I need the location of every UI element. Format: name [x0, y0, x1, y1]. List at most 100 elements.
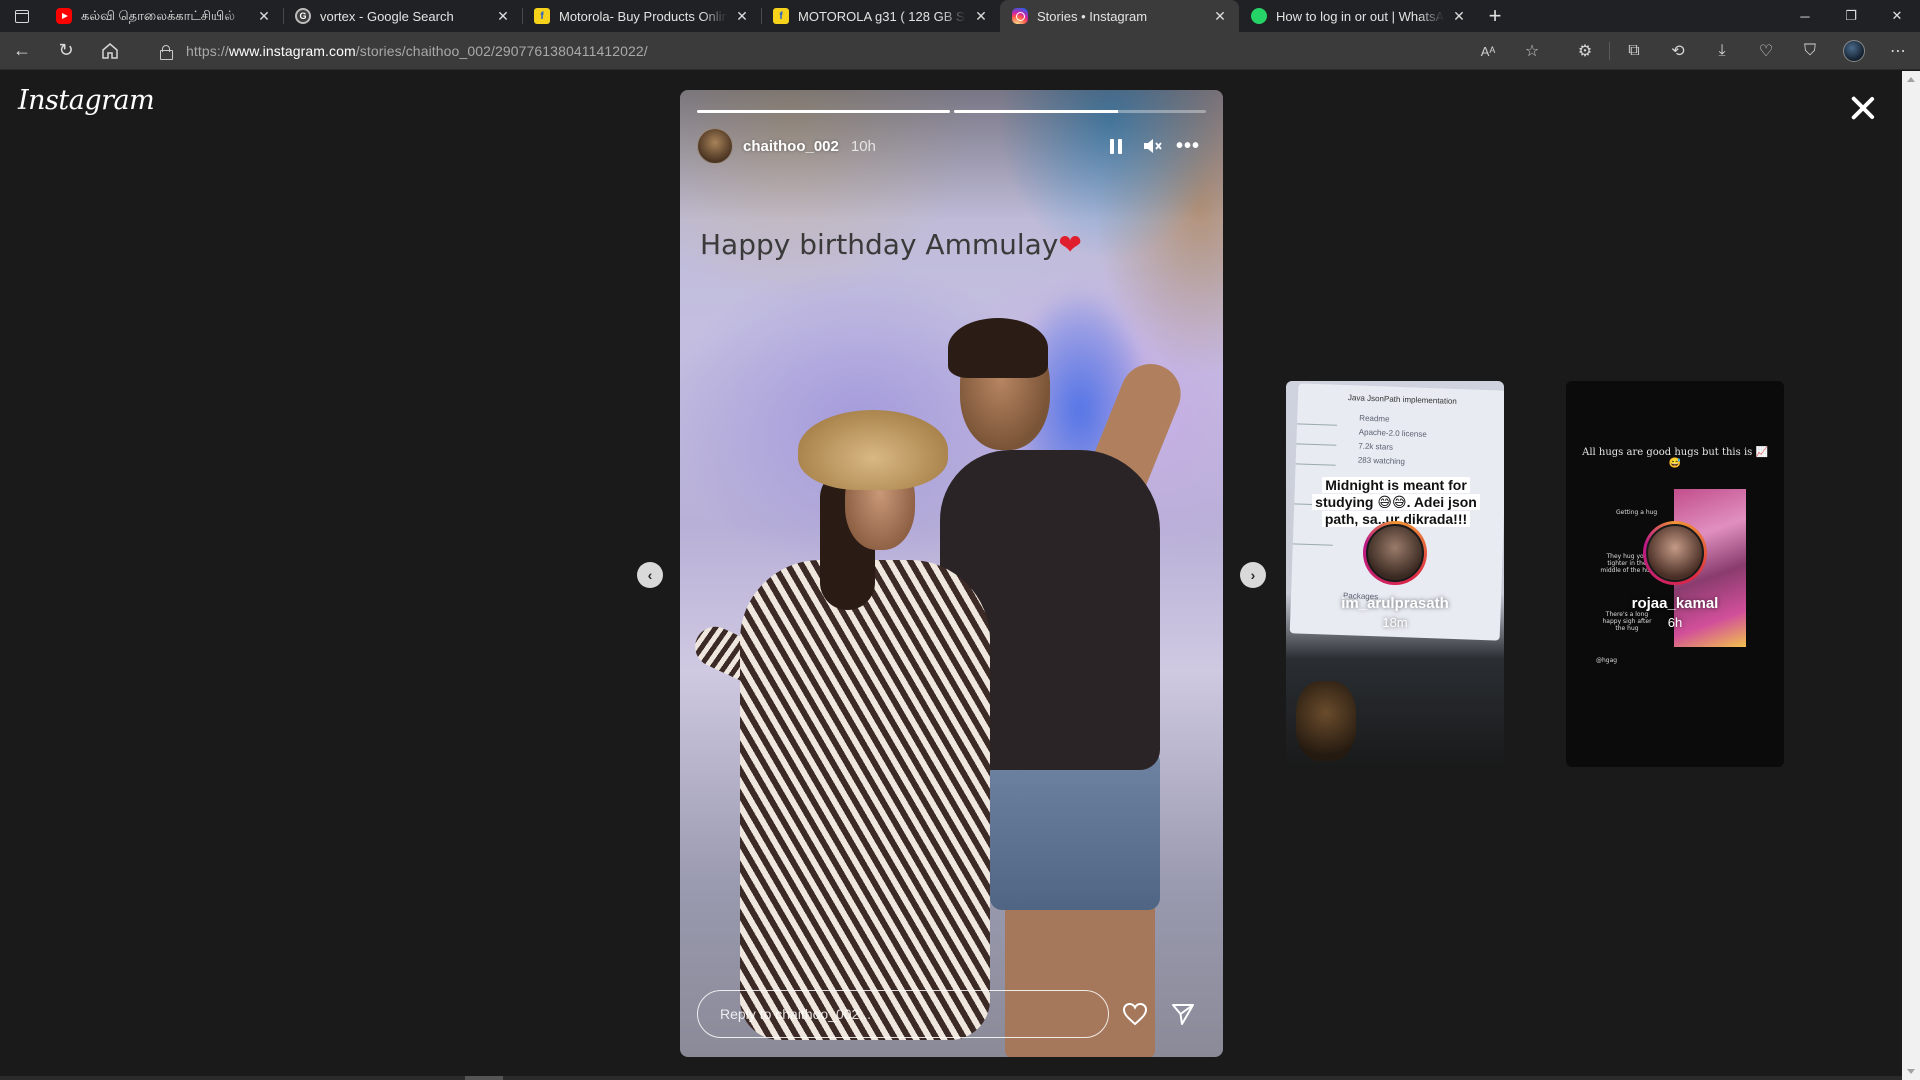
youtube-icon — [56, 8, 72, 24]
tab-actions-icon — [15, 9, 29, 23]
like-button[interactable] — [1113, 992, 1157, 1036]
whatsapp-icon — [1251, 8, 1267, 24]
preview-username: im_arulprasath — [1341, 595, 1449, 612]
horizontal-scrollbar[interactable] — [0, 1076, 1902, 1080]
share-button[interactable] — [1161, 992, 1205, 1036]
story-header: chaithoo_002 10h ••• — [697, 128, 1206, 164]
instagram-icon — [1012, 8, 1028, 24]
preview-timestamp: 18m — [1382, 615, 1408, 630]
screen-text: Readme — [1359, 413, 1390, 424]
red-heart-emoji: ❤ — [1058, 228, 1082, 261]
read-aloud-icon[interactable]: Aᴬ — [1466, 32, 1510, 70]
more-options-button[interactable]: ••• — [1170, 131, 1206, 161]
vertical-scrollbar[interactable] — [1902, 71, 1920, 1080]
scrollbar-thumb[interactable] — [465, 1076, 503, 1080]
browser-tab[interactable]: f MOTOROLA g31 ( 128 GB Storage ✕ — [761, 0, 1000, 32]
screen-line — [1296, 423, 1338, 426]
tab-close-icon[interactable]: ✕ — [494, 8, 512, 25]
tab-close-icon[interactable]: ✕ — [255, 8, 273, 25]
sticker-line: studying 😅😅. Adei json — [1312, 494, 1480, 510]
progress-fill — [697, 110, 950, 113]
preview-avatar-ring — [1643, 521, 1707, 585]
downloads-icon[interactable]: ⤓ — [1700, 32, 1744, 70]
avatar — [1843, 40, 1865, 62]
photo-woman-hat — [798, 410, 948, 490]
google-icon: G — [295, 8, 311, 24]
pause-button[interactable] — [1098, 131, 1134, 161]
tab-close-icon[interactable]: ✕ — [1450, 8, 1468, 25]
home-icon — [102, 42, 118, 59]
avatar — [1646, 524, 1704, 582]
sticker-line: Midnight is meant for — [1322, 477, 1470, 493]
preview-small-text: @hgag — [1596, 657, 1618, 664]
progress-fill — [953, 110, 1118, 113]
progress-segment — [953, 110, 1206, 113]
settings-more-icon[interactable]: ⋯ — [1876, 32, 1920, 70]
history-icon[interactable]: ⟲ — [1656, 32, 1700, 70]
story-viewer[interactable]: chaithoo_002 10h ••• Happy birthday Ammu… — [680, 90, 1223, 1057]
caption-text: Happy birthday Ammulay — [700, 228, 1059, 261]
url-text[interactable]: https://www.instagram.com/stories/chaith… — [186, 43, 648, 59]
scroll-down-icon[interactable] — [1907, 1069, 1915, 1074]
screen-line — [1296, 443, 1337, 446]
instagram-logo[interactable]: Instagram — [18, 85, 155, 116]
browser-tab[interactable]: How to log in or out | WhatsApp ✕ — [1239, 0, 1478, 32]
scroll-up-icon[interactable] — [1907, 77, 1915, 82]
tab-actions-button[interactable] — [0, 0, 44, 32]
tab-close-icon[interactable]: ✕ — [733, 8, 751, 25]
pause-icon — [1110, 138, 1122, 154]
screen-text: 283 watching — [1357, 455, 1406, 467]
browser-tabbar: கல்வி தொலைக்காட்சியில் ✕ G vortex - Goog… — [0, 0, 1920, 32]
tab-title: Motorola- Buy Products Online at — [559, 8, 727, 24]
story-preview-card[interactable]: Java JsonPath implementation Readme Apac… — [1286, 381, 1504, 767]
tab-title: Stories • Instagram — [1037, 8, 1148, 24]
browser-tab[interactable]: f Motorola- Buy Products Online at ✕ — [522, 0, 761, 32]
add-favorite-icon[interactable]: ☆ — [1510, 32, 1554, 70]
chevron-right-icon: › — [1250, 567, 1256, 583]
close-stories-button[interactable] — [1848, 93, 1878, 123]
browser-tab[interactable]: கல்வி தொலைக்காட்சியில் ✕ — [44, 0, 283, 32]
avatar — [1366, 524, 1424, 582]
restore-button[interactable]: ❐ — [1828, 0, 1874, 32]
next-story-button[interactable]: › — [1240, 562, 1266, 588]
window-close-button[interactable]: ✕ — [1874, 0, 1920, 32]
preview-small-text: Getting a hug — [1616, 509, 1658, 516]
browser-essentials-icon[interactable]: ♡ — [1744, 32, 1788, 70]
back-button[interactable]: ← — [0, 32, 44, 70]
tab-close-icon[interactable]: ✕ — [1211, 8, 1229, 25]
browser-tab[interactable]: G vortex - Google Search ✕ — [283, 0, 522, 32]
new-tab-button[interactable]: + — [1478, 3, 1512, 29]
preview-timestamp: 6h — [1667, 615, 1683, 630]
tab-close-icon[interactable]: ✕ — [972, 8, 990, 25]
address-bar[interactable]: https://www.instagram.com/stories/chaith… — [146, 35, 1526, 67]
home-button[interactable] — [88, 32, 132, 70]
browser-tab-active[interactable]: Stories • Instagram ✕ — [1000, 0, 1239, 32]
toolbar-right-icons: ⚙ ⧉ ⟲ ⤓ ♡ ⛉ ⋯ — [1563, 32, 1920, 70]
preview-username: rojaa_kamal — [1631, 595, 1719, 612]
previous-story-button[interactable]: ‹ — [637, 562, 663, 588]
story-controls: ••• — [1098, 131, 1206, 161]
screen-text: Apache-2.0 license — [1358, 427, 1427, 439]
story-preview-card[interactable]: All hugs are good hugs but this is 📈😅 Ge… — [1566, 381, 1784, 767]
refresh-button[interactable]: ↻ — [44, 32, 88, 70]
screen-line — [1295, 463, 1336, 466]
reply-input[interactable] — [697, 990, 1109, 1038]
flipkart-icon: f — [773, 8, 789, 24]
extensions-icon[interactable]: ⚙ — [1563, 32, 1607, 70]
collections-icon[interactable]: ⧉ — [1612, 32, 1656, 70]
minimize-button[interactable]: ─ — [1782, 0, 1828, 32]
progress-segment — [697, 110, 950, 113]
profile-button[interactable] — [1832, 32, 1876, 70]
browser-shield-icon[interactable]: ⛉ — [1788, 32, 1832, 70]
photo-woman-dress — [740, 560, 990, 1040]
story-progress-bar — [697, 110, 1206, 113]
mute-button[interactable] — [1134, 131, 1170, 161]
photo-man-hair — [948, 318, 1048, 378]
tab-title: How to log in or out | WhatsApp — [1276, 8, 1444, 24]
send-icon — [1172, 1004, 1194, 1025]
more-dots-icon: ••• — [1175, 135, 1200, 157]
story-avatar[interactable] — [697, 128, 733, 164]
back-arrow-icon: ← — [13, 40, 31, 60]
story-username[interactable]: chaithoo_002 — [743, 138, 839, 155]
chevron-left-icon: ‹ — [647, 567, 653, 583]
